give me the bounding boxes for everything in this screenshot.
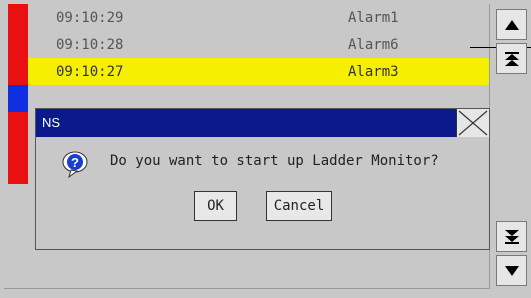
cancel-button[interactable]: Cancel — [266, 191, 332, 221]
dialog-message: Do you want to start up Ladder Monitor? — [110, 153, 439, 169]
scroll-down-button[interactable] — [496, 255, 527, 286]
alarm-marker — [8, 85, 28, 112]
alarm-time: 09:10:28 — [56, 37, 124, 53]
scroll-up-icon — [504, 19, 519, 30]
question-icon: ? — [62, 151, 88, 178]
alarm-marker — [8, 139, 28, 166]
page-up-icon — [504, 51, 519, 66]
page-down-button[interactable] — [496, 221, 527, 252]
alarm-marker — [8, 58, 28, 85]
scroll-up-button[interactable] — [496, 9, 527, 40]
alarm-row-1[interactable]: 09:10:29 Alarm1 — [8, 4, 489, 31]
alarm-marker — [8, 112, 28, 139]
svg-text:?: ? — [71, 155, 79, 170]
alarm-row-3[interactable]: 09:10:27 Alarm3 — [8, 58, 489, 85]
ok-button[interactable]: OK — [194, 191, 237, 221]
ladder-monitor-dialog: NS ? Do you want to start up Ladder Moni… — [35, 108, 490, 250]
alarm-row-2[interactable]: 09:10:28 Alarm6 — [8, 31, 489, 58]
alarm-time: 09:10:27 — [56, 64, 124, 80]
alarm-screen: 09:10:29 Alarm1 09:10:28 Alarm6 09:10:27… — [0, 0, 531, 298]
alarm-marker — [8, 166, 28, 184]
close-button[interactable] — [456, 109, 489, 137]
dialog-title: NS — [42, 115, 61, 130]
page-down-icon — [504, 229, 519, 244]
scroll-down-icon — [504, 265, 519, 276]
page-up-button[interactable] — [496, 43, 527, 74]
alarm-name: Alarm6 — [348, 37, 399, 53]
alarm-time: 09:10:29 — [56, 10, 124, 26]
alarm-marker — [8, 4, 28, 31]
dialog-title-bar: NS — [36, 109, 456, 137]
alarm-name: Alarm1 — [348, 10, 399, 26]
alarm-name: Alarm3 — [348, 64, 399, 80]
close-icon — [458, 110, 488, 136]
alarm-marker — [8, 31, 28, 58]
